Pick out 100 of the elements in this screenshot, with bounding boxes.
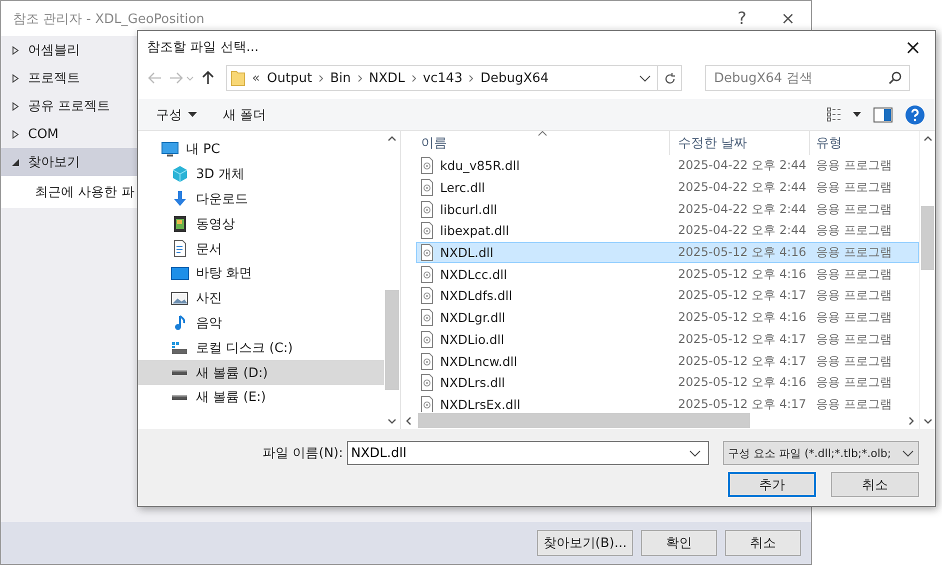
file-type: 응용 프로그램	[815, 266, 893, 283]
help-button[interactable]: ?	[719, 4, 765, 34]
file-row[interactable]: libexpat.dll 2025-04-22 오후 2:44 응용 프로그램	[416, 220, 919, 242]
file-name: NXDLdfs.dll	[440, 288, 512, 304]
caret-down-icon[interactable]	[853, 112, 861, 117]
file-name: NXDL.dll	[440, 245, 494, 260]
dll-file-icon	[421, 179, 433, 196]
button[interactable]: 취소	[831, 472, 919, 497]
caret-down-icon[interactable]	[188, 112, 197, 117]
document-icon	[174, 240, 186, 258]
file-date: 2025-05-12 오후 4:16	[677, 266, 808, 283]
breadcrumb-overflow[interactable]: «	[252, 70, 260, 86]
nav-item[interactable]: 바탕 화면	[138, 260, 384, 286]
chevron-right-icon[interactable]	[909, 416, 914, 424]
search-field[interactable]: DebugX64 검색	[705, 65, 910, 91]
column-header[interactable]: 이름	[416, 131, 670, 155]
file-type: 응용 프로그램	[815, 309, 893, 326]
dll-file-icon	[421, 266, 433, 283]
chevron-right-icon[interactable]	[412, 74, 416, 82]
drive-icon	[172, 394, 187, 400]
scrollbar-thumb[interactable]	[418, 413, 750, 428]
chevron-up-icon[interactable]	[924, 136, 932, 141]
search-icon	[888, 71, 902, 85]
file-row[interactable]: NXDLdfs.dll 2025-05-12 오후 4:17 응용 프로그램	[416, 285, 919, 307]
dll-file-icon	[421, 352, 433, 370]
nav-item[interactable]: 동영상	[138, 211, 384, 236]
triangle-icon[interactable]	[12, 46, 19, 54]
file-row[interactable]: NXDL.dll 2025-05-12 오후 4:16 응용 프로그램	[416, 242, 919, 264]
chevron-left-icon[interactable]	[406, 416, 411, 424]
file-date: 2025-05-12 오후 4:16	[677, 309, 808, 326]
chevron-down-icon[interactable]	[639, 74, 651, 82]
file-date: 2025-04-22 오후 2:44	[677, 222, 808, 240]
chevron-right-icon[interactable]	[358, 74, 362, 82]
file-row[interactable]: NXDLcc.dll 2025-05-12 오후 4:16 응용 프로그램	[416, 263, 919, 286]
nav-item[interactable]: 로컬 디스크 (C:)	[138, 335, 384, 360]
file-name-field[interactable]: NXDL.dll	[347, 441, 709, 465]
file-row[interactable]: NXDLgr.dll 2025-05-12 오후 4:16 응용 프로그램	[416, 306, 919, 328]
nav-item[interactable]: 새 볼륨 (D:)	[138, 360, 384, 385]
chevron-up-icon[interactable]	[388, 136, 396, 141]
file-row[interactable]: NXDLncw.dll 2025-05-12 오후 4:17 응용 프로그램	[416, 350, 919, 372]
help-icon[interactable]	[905, 104, 925, 124]
window-title: 참조 관리자 - XDL_GeoPosition	[13, 10, 206, 28]
refresh-button[interactable]	[658, 65, 682, 91]
scrollbar-thumb[interactable]	[921, 206, 934, 270]
dll-file-icon	[421, 157, 433, 174]
scrollbar-thumb[interactable]	[385, 290, 399, 390]
breadcrumb-item[interactable]: vc143	[422, 70, 462, 86]
dll-file-icon	[421, 244, 433, 262]
breadcrumb-item[interactable]: Bin	[330, 70, 351, 86]
button[interactable]: 추가	[728, 472, 816, 497]
up-arrow-icon[interactable]	[201, 71, 215, 85]
nav-item[interactable]: 사진	[138, 286, 384, 311]
button[interactable]: 찾아보기(B)...	[537, 530, 633, 556]
nav-item[interactable]: 문서	[138, 236, 384, 261]
file-row[interactable]: NXDLio.dll 2025-05-12 오후 4:17 응용 프로그램	[416, 328, 919, 350]
close-button[interactable]: ×	[765, 4, 811, 34]
file-row[interactable]: kdu_v85R.dll 2025-04-22 오후 2:44 응용 프로그램	[416, 155, 919, 177]
cube-icon	[172, 166, 186, 182]
chevron-down-icon[interactable]	[924, 419, 932, 424]
breadcrumb-item[interactable]: NXDL	[368, 70, 405, 86]
file-date: 2025-05-12 오후 4:17	[677, 287, 808, 304]
chevron-down-icon[interactable]	[689, 450, 701, 457]
triangle-icon[interactable]	[12, 130, 19, 138]
file-name: NXDLgr.dll	[440, 310, 506, 326]
triangle-icon[interactable]	[12, 74, 19, 82]
close-button[interactable]: ×	[891, 32, 935, 62]
view-list-icon[interactable]	[827, 107, 841, 122]
scrollbar[interactable]	[919, 131, 935, 429]
button[interactable]: 확인	[641, 530, 717, 556]
preview-pane-icon[interactable]	[873, 106, 893, 122]
file-row[interactable]: NXDLrs.dll 2025-05-12 오후 4:16 응용 프로그램	[416, 372, 919, 394]
button[interactable]: 취소	[725, 530, 801, 556]
nav-item[interactable]: 음악	[138, 310, 384, 336]
breadcrumb-item[interactable]: DebugX64	[480, 70, 549, 86]
file-name: NXDLcc.dll	[440, 266, 508, 282]
dll-file-icon	[421, 374, 433, 392]
file-row[interactable]: Lerc.dll 2025-04-22 오후 2:44 응용 프로그램	[416, 176, 919, 198]
file-type: 응용 프로그램	[815, 200, 893, 218]
image-icon	[171, 292, 188, 305]
file-row[interactable]: libcurl.dll 2025-04-22 오후 2:44 응용 프로그램	[416, 198, 919, 220]
sidebar-item[interactable]: 프로젝트	[1, 64, 179, 92]
file-type: 응용 프로그램	[815, 287, 893, 304]
file-type-dropdown[interactable]: 구성 요소 파일 (*.dll;*.tlb;*.olb;	[723, 441, 919, 465]
address-bar[interactable]: « Output Bin NXDL vc143 DebugX64	[226, 65, 658, 91]
column-header[interactable]: 수정한 날짜	[670, 131, 810, 155]
down-arrow-icon	[174, 191, 186, 206]
column-header[interactable]: 유형	[810, 131, 910, 155]
nav-item[interactable]: 새 볼륨 (E:)	[138, 384, 384, 410]
drive-icon	[172, 342, 187, 354]
chevron-down-icon[interactable]	[388, 419, 396, 424]
file-type: 응용 프로그램	[815, 244, 893, 262]
file-name: libexpat.dll	[440, 223, 510, 238]
breadcrumb-item[interactable]: Output	[266, 70, 312, 86]
triangle-icon[interactable]	[12, 158, 19, 166]
computer-icon	[160, 142, 178, 157]
triangle-icon[interactable]	[12, 102, 19, 110]
file-row[interactable]: NXDLrsEx.dll 2025-05-12 오후 4:17 응용 프로그램	[416, 394, 919, 412]
toolbar-button[interactable]: 새 폴더	[215, 102, 274, 126]
chevron-right-icon[interactable]	[469, 74, 474, 82]
chevron-right-icon[interactable]	[319, 74, 324, 82]
